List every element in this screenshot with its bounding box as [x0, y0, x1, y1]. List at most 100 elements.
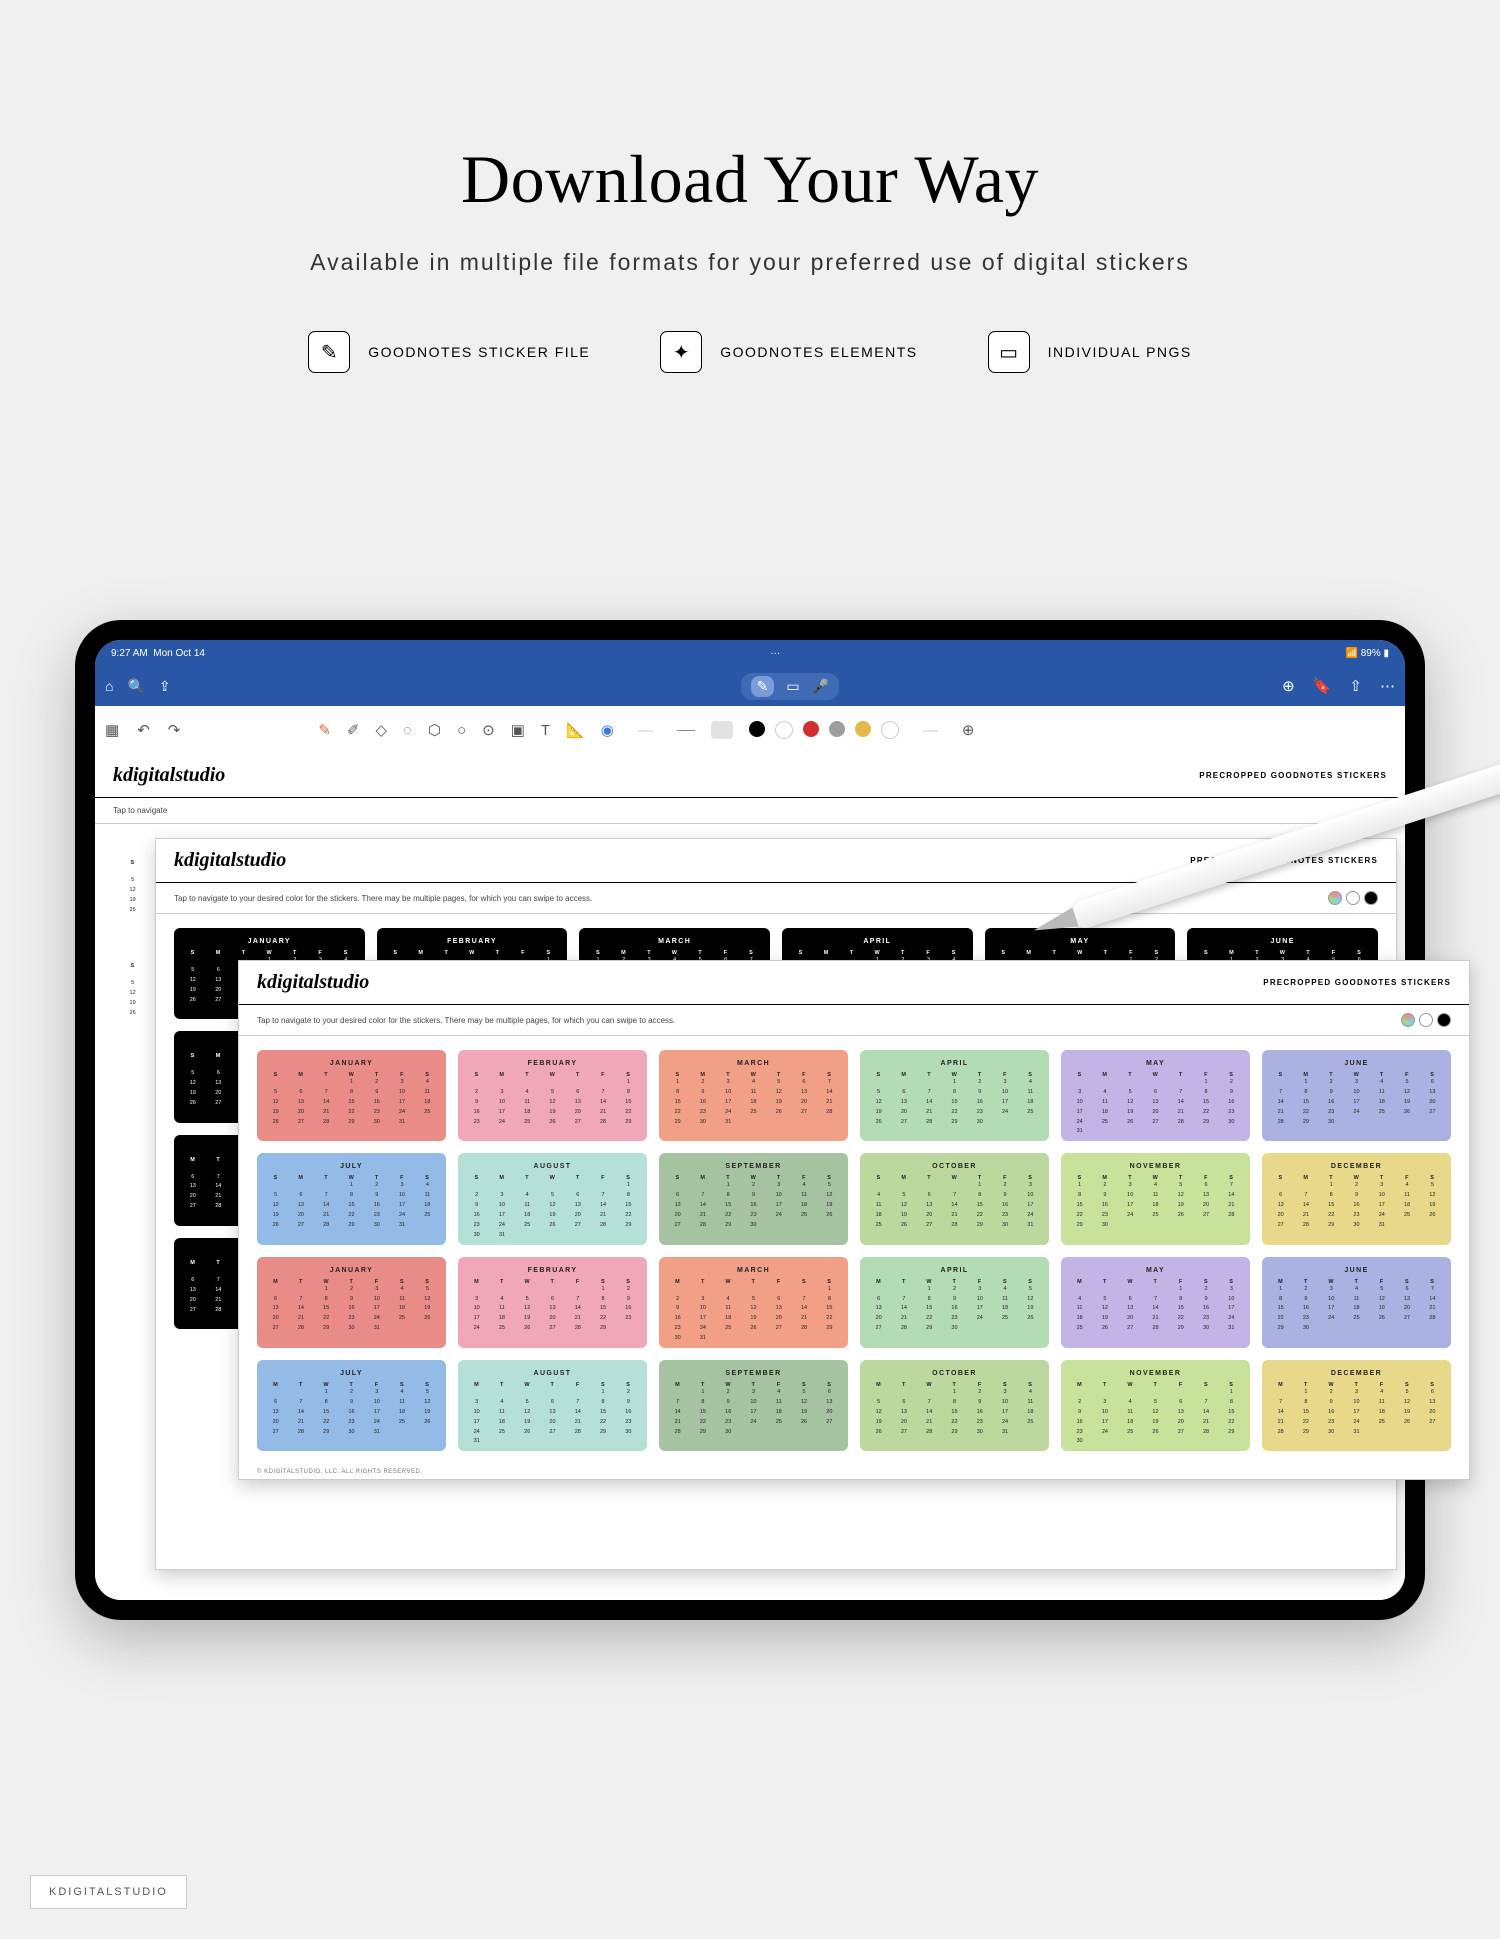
copyright: © KDIGITALSTUDIO, LLC. ALL RIGHTS RESERV… [239, 1465, 1469, 1479]
mini-calendar[interactable]: OCTOBER SMTWTFS 123456789101112131415161… [860, 1153, 1049, 1244]
palette-swatch[interactable] [1364, 891, 1378, 905]
month-name: FEBRUARY [464, 1056, 641, 1072]
divider: — [638, 722, 653, 739]
export-icon[interactable]: ⇧ [1349, 677, 1362, 695]
palette-swatch[interactable] [1346, 891, 1360, 905]
month-name: JUNE [1268, 1263, 1445, 1279]
mini-calendar[interactable]: MARCH MTWTFSS 12345678910111213141516171… [659, 1257, 848, 1348]
status-bar: 9:27 AM Mon Oct 14 ··· 📶 89% ▮ [95, 640, 1405, 666]
month-name: OCTOBER [866, 1159, 1043, 1175]
share-icon[interactable]: ⇪ [159, 678, 171, 695]
mini-calendar[interactable]: DECEMBER SMTWTFS 12345678910111213141516… [1262, 1153, 1451, 1244]
drawing-toolbar: ▦ ↶ ↷ ✎ ✐ ◇ ◌ ⬡ ○ ⊙ ▣ T 📐 ◉ — — ⊕ [95, 706, 1405, 755]
format-label: GOODNOTES ELEMENTS [720, 344, 917, 360]
add-icon[interactable]: ⊕ [1282, 677, 1295, 695]
month-name: AUGUST [464, 1159, 641, 1175]
mini-calendar[interactable]: JUNE SMTWTFS 123456789101112131415161718… [1262, 1050, 1451, 1141]
month-name: APRIL [866, 1056, 1043, 1072]
month-name: NOVEMBER [1067, 1366, 1244, 1382]
search-icon[interactable]: 🔍 [127, 678, 144, 695]
mini-calendar[interactable]: FEBRUARY MTWTFSS 12345678910111213141516… [458, 1257, 647, 1348]
mini-calendar[interactable]: AUGUST MTWTFSS 1234567891011121314151617… [458, 1360, 647, 1451]
month-name: MAY [1067, 1056, 1244, 1072]
mini-calendar[interactable]: MAY SMTWTFS 1234567891011121314151617181… [1061, 1050, 1250, 1141]
mini-calendar[interactable]: APRIL SMTWTFS 12345678910111213141516171… [860, 1050, 1049, 1141]
month-name: SEPTEMBER [665, 1159, 842, 1175]
mini-calendar[interactable]: DECEMBER MTWTFSS 12345678910111213141516… [1262, 1360, 1451, 1451]
image-icon[interactable]: ▣ [511, 721, 525, 739]
month-name: MAY [1067, 1263, 1244, 1279]
pen-tool-icon[interactable]: ✎ [318, 721, 331, 739]
format-label: INDIVIDUAL PNGS [1048, 344, 1192, 360]
mini-calendar[interactable]: MARCH SMTWTFS 12345678910111213141516171… [659, 1050, 848, 1141]
color-swatch[interactable] [829, 721, 845, 737]
color-swatch[interactable] [881, 721, 899, 739]
mini-calendar[interactable]: SEPTEMBER SMTWTFS 1234567891011121314151… [659, 1153, 848, 1244]
month-name: FEBRUARY [464, 1263, 641, 1279]
month-name: MAY [991, 934, 1170, 950]
star-icon: ✦ [660, 331, 702, 373]
mode-pills[interactable]: ✎ ▭ 🎤 [741, 673, 839, 700]
month-name: FEBRUARY [383, 934, 562, 950]
mini-calendar[interactable]: NOVEMBER MTWTFSS 12345678910111213141516… [1061, 1360, 1250, 1451]
pencil-tool-icon[interactable]: ✐ [347, 721, 360, 739]
month-name: DECEMBER [1268, 1366, 1445, 1382]
mini-calendar[interactable]: OCTOBER MTWTFSS 123456789101112131415161… [860, 1360, 1049, 1451]
mini-calendar[interactable]: AUGUST SMTWTFS 1234567891011121314151617… [458, 1153, 647, 1244]
more-icon[interactable]: ⋯ [1380, 677, 1395, 695]
shape-icon[interactable]: ○ [457, 722, 466, 739]
sticker-sheet-color[interactable]: kdigitalstudio PRECROPPED GOODNOTES STIC… [238, 960, 1470, 1480]
month-name: APRIL [788, 934, 967, 950]
palette-swatch[interactable] [1401, 1013, 1415, 1027]
highlighter-icon[interactable]: ◇ [376, 721, 388, 739]
home-icon[interactable]: ⌂ [105, 678, 113, 694]
footer-brand-tag: KDIGITALSTUDIO [30, 1875, 187, 1909]
grid-icon[interactable]: ▦ [105, 721, 119, 739]
eraser-icon[interactable]: ◌ [403, 722, 412, 739]
app-topbar: ⌂ 🔍 ⇪ ✎ ▭ 🎤 ⊕ 🔖 ⇧ ⋯ [95, 666, 1405, 706]
mini-calendar[interactable]: FEBRUARY SMTWTFS 12345678910111213141516… [458, 1050, 647, 1141]
mini-calendar[interactable]: JANUARY MTWTFSS 123456789101112131415161… [257, 1257, 446, 1348]
undo-icon[interactable]: ↶ [137, 721, 150, 739]
month-name: JANUARY [180, 934, 359, 950]
text-icon[interactable]: T [541, 722, 550, 739]
mini-calendar[interactable]: JANUARY SMTWTFS 123456789101112131415161… [257, 1050, 446, 1141]
month-name: AUGUST [464, 1366, 641, 1382]
mini-calendar[interactable]: NOVEMBER SMTWTFS 12345678910111213141516… [1061, 1153, 1250, 1244]
color-swatch[interactable] [803, 721, 819, 737]
color-swatch[interactable] [749, 721, 765, 737]
sheet-tag: PRECROPPED GOODNOTES STICKERS [1199, 771, 1387, 780]
mini-calendar[interactable]: JULY MTWTFSS 123456789101112131415161718… [257, 1360, 446, 1451]
mic-icon[interactable]: 🎤 [812, 678, 829, 695]
ruler-icon[interactable]: 📐 [566, 721, 585, 739]
color-swatch[interactable] [855, 721, 871, 737]
month-name: MARCH [665, 1263, 842, 1279]
format-label: GOODNOTES STICKER FILE [368, 344, 590, 360]
lasso-icon[interactable]: ⬡ [428, 721, 441, 739]
palette-swatch[interactable] [1328, 891, 1342, 905]
month-name: JUNE [1193, 934, 1372, 950]
redo-icon[interactable]: ↷ [168, 721, 181, 739]
mini-calendar[interactable]: JULY SMTWTFS 123456789101112131415161718… [257, 1153, 446, 1244]
mini-calendar[interactable]: APRIL MTWTFSS 12345678910111213141516171… [860, 1257, 1049, 1348]
elements-icon[interactable]: ⊙ [482, 721, 495, 739]
sheet-tag: PRECROPPED GOODNOTES STICKERS [1263, 978, 1451, 987]
format-option: ✎GOODNOTES STICKER FILE [308, 331, 590, 373]
month-name: DECEMBER [1268, 1159, 1445, 1175]
pen-mode-icon[interactable]: ✎ [751, 676, 775, 697]
divider: — [923, 722, 938, 739]
month-name: OCTOBER [866, 1366, 1043, 1382]
brand-logo: kdigitalstudio [174, 849, 286, 872]
bookmark-icon[interactable]: 🔖 [1313, 677, 1332, 695]
palette-swatch[interactable] [1419, 1013, 1433, 1027]
mini-calendar[interactable]: SEPTEMBER MTWTFSS 1234567891011121314151… [659, 1360, 848, 1451]
text-mode-icon[interactable]: ▭ [786, 678, 799, 695]
laser-icon[interactable]: ◉ [601, 721, 614, 739]
mini-calendar[interactable]: JUNE MTWTFSS 123456789101112131415161718… [1262, 1257, 1451, 1348]
more-tools-icon[interactable]: ⊕ [962, 721, 975, 739]
color-swatch[interactable] [775, 721, 793, 739]
brand-logo: kdigitalstudio [113, 764, 225, 787]
palette-swatch[interactable] [1437, 1013, 1451, 1027]
mini-calendar[interactable]: MAY MTWTFSS 1234567891011121314151617181… [1061, 1257, 1250, 1348]
month-name: MARCH [585, 934, 764, 950]
